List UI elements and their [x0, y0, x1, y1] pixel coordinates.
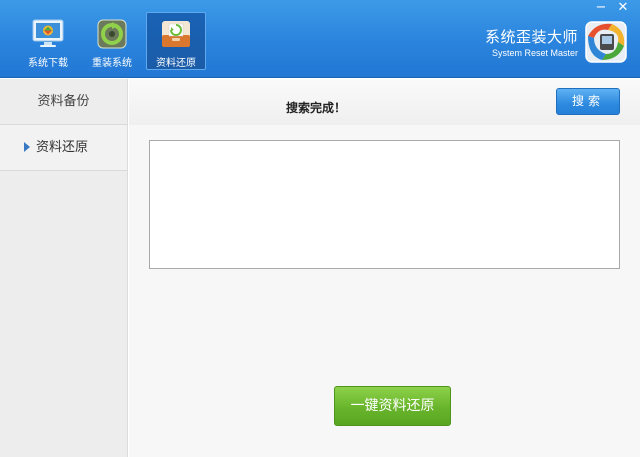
sidebar-item-data-backup[interactable]: 资料备份: [0, 79, 127, 125]
brand-subtitle: System Reset Master: [491, 48, 578, 58]
one-click-restore-button[interactable]: 一键资料还原: [334, 386, 451, 426]
brand-title: 系统歪装大师: [484, 28, 578, 46]
close-button[interactable]: ✕: [612, 0, 634, 16]
triangle-right-icon: [24, 142, 30, 152]
nav-item-reinstall-system[interactable]: 重装系统: [82, 12, 142, 70]
sidebar-item-label: 资料还原: [36, 140, 89, 155]
app-logo-icon: [582, 16, 632, 68]
toolbar: 搜索完成！ 搜索: [129, 79, 640, 125]
nav-label: 重装系统: [92, 58, 132, 69]
top-nav: 系统下载 重装系统 资料还原: [18, 12, 210, 70]
status-text: 搜索完成！: [286, 101, 347, 115]
minimize-button[interactable]: −: [590, 0, 612, 16]
window-controls: − ✕: [590, 0, 634, 16]
sidebar: 资料备份 资料还原: [0, 79, 128, 457]
restore-box-icon: [158, 17, 194, 50]
sidebar-item-label: 资料备份: [37, 94, 90, 109]
nav-label: 资料还原: [156, 58, 196, 69]
brand: 系统歪装大师 System Reset Master: [485, 16, 632, 68]
monitor-download-icon: [30, 17, 66, 50]
search-button[interactable]: 搜索: [556, 88, 620, 115]
nav-item-data-restore[interactable]: 资料还原: [146, 12, 206, 70]
nav-label: 系统下载: [28, 58, 68, 69]
title-bar: − ✕ 系统下载 重装系统 资料还原 系统歪装大师 System Reset M…: [0, 0, 640, 78]
sidebar-item-data-restore[interactable]: 资料还原: [0, 125, 127, 171]
nav-item-system-download[interactable]: 系统下载: [18, 12, 78, 70]
reinstall-recycle-icon: [94, 17, 130, 50]
results-list[interactable]: [149, 140, 620, 269]
main-panel: 搜索完成！ 搜索 一键资料还原: [129, 79, 640, 457]
